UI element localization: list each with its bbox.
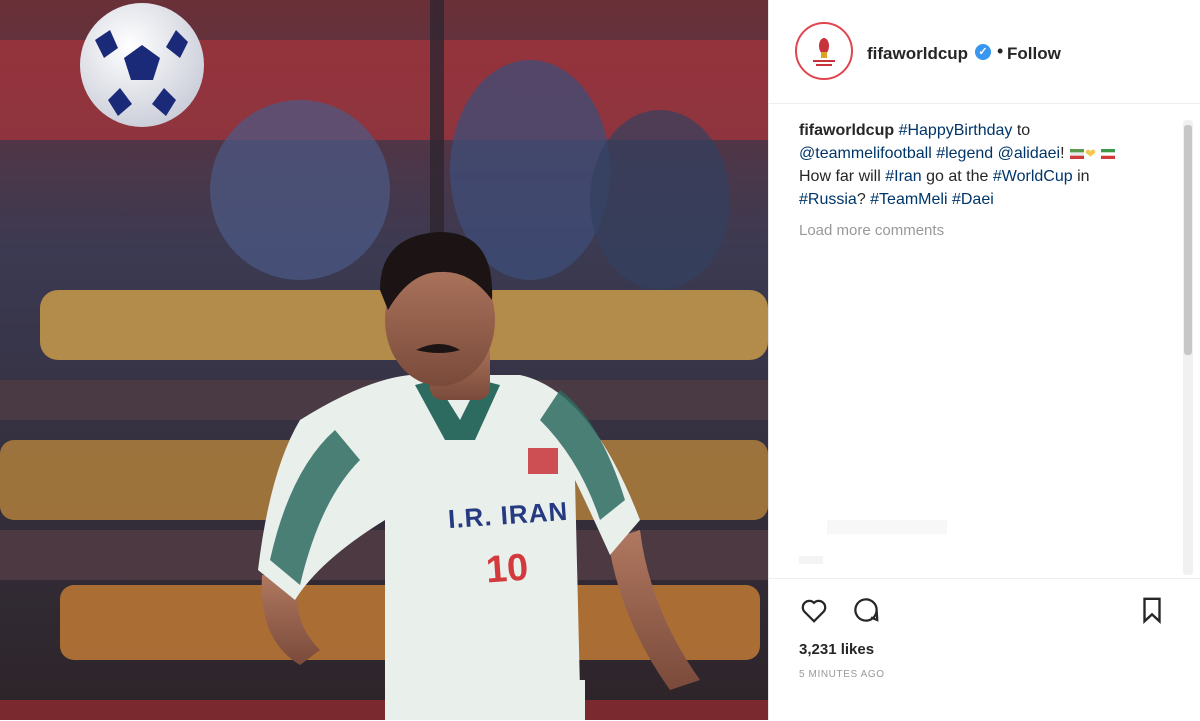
photo-illustration <box>0 0 768 720</box>
caption-mention[interactable]: @alidaei <box>998 145 1061 162</box>
caption-text: How far will <box>799 168 886 186</box>
bookmark-icon[interactable] <box>1137 595 1167 625</box>
comment-icon[interactable] <box>851 595 881 625</box>
header-username[interactable]: fifaworldcup <box>867 44 968 64</box>
jersey-number: 10 <box>484 546 530 592</box>
caption-text: ! <box>1060 145 1065 162</box>
heart-icon[interactable] <box>799 595 829 625</box>
header-separator: • <box>997 41 1004 61</box>
caption-hashtag[interactable]: #Iran <box>885 168 921 185</box>
likes-count[interactable]: 3,231 likes <box>799 641 874 658</box>
post-side-panel: fifaworldcup ✓ • Follow fifaworldcup #Ha… <box>768 0 1200 720</box>
faded-comment-placeholder <box>827 520 947 534</box>
follow-button[interactable]: Follow <box>1007 44 1061 64</box>
post-caption: fifaworldcup #HappyBirthday to @teammeli… <box>799 119 1149 211</box>
caption-hashtag[interactable]: #Daei <box>952 191 994 208</box>
caption-hashtag[interactable]: #HappyBirthday <box>899 122 1013 139</box>
post-photo[interactable]: I.R. IRAN 10 <box>0 0 768 720</box>
post-header: fifaworldcup ✓ • Follow <box>769 0 1200 104</box>
post-actions: 3,231 likes 5 MINUTES AGO <box>769 578 1200 721</box>
caption-text: go at the <box>921 168 993 186</box>
account-avatar[interactable] <box>795 22 853 80</box>
scrollbar-thumb[interactable] <box>1184 125 1192 355</box>
caption-text: to <box>1012 122 1031 139</box>
caption-hashtag[interactable]: #Russia <box>799 191 857 208</box>
load-more-comments-link[interactable]: Load more comments <box>799 222 944 239</box>
post-timestamp: 5 MINUTES AGO <box>799 669 885 680</box>
caption-text: ? <box>856 191 871 209</box>
world-cup-logo-icon <box>813 38 835 66</box>
caption-hashtag[interactable]: #legend <box>936 145 993 162</box>
caption-hashtag[interactable]: #WorldCup <box>993 168 1073 185</box>
emoji-flags-icon: ❤ <box>1065 145 1117 162</box>
verified-badge-icon: ✓ <box>975 44 991 60</box>
instagram-post-modal: I.R. IRAN 10 fifaworldcup ✓ • Follow fif <box>0 0 1200 720</box>
comments-scrollbar[interactable] <box>1183 120 1193 575</box>
caption-mention[interactable]: @teammelifootball <box>799 145 932 162</box>
caption-text: in <box>1072 168 1090 186</box>
caption-hashtag[interactable]: #TeamMeli <box>870 191 947 208</box>
caption-username[interactable]: fifaworldcup <box>799 122 894 139</box>
faded-comment-placeholder-small <box>799 556 823 564</box>
